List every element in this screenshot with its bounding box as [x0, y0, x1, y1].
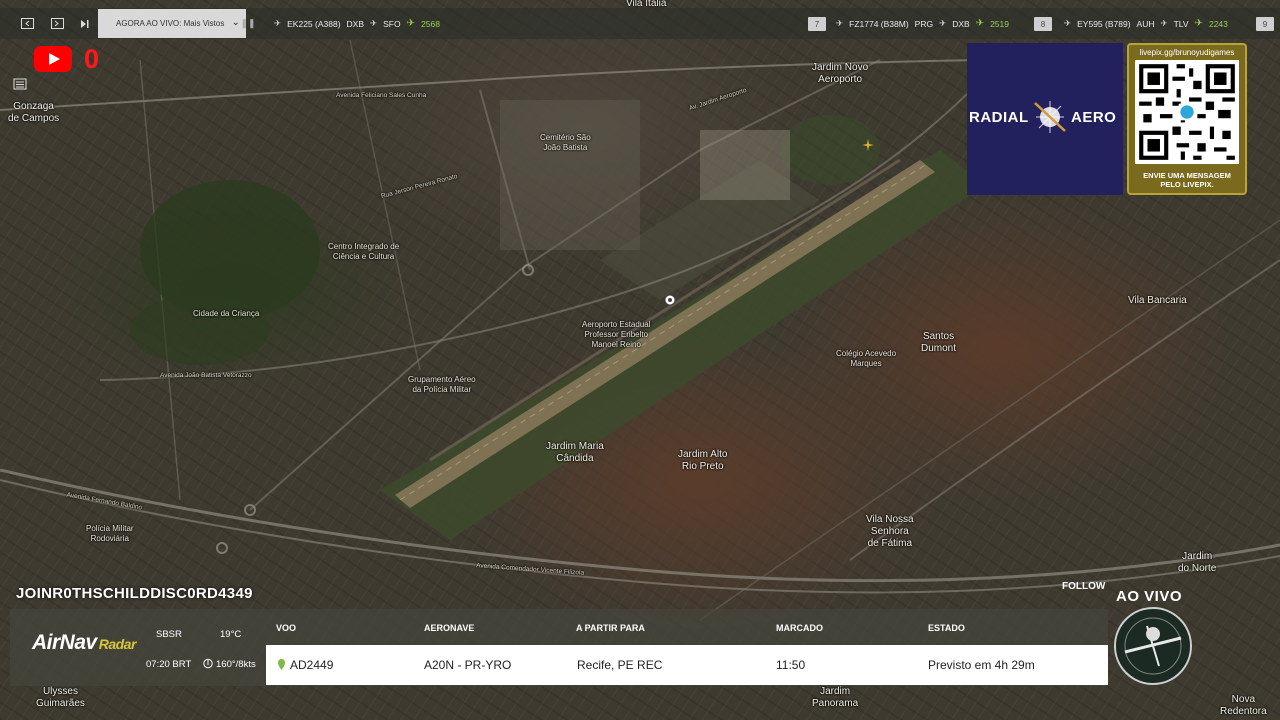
channel-name: JOINR0THSCHILDDISC0RD4349 — [16, 585, 253, 602]
map-label-policia-rodoviaria: Polícia Militar Rodoviária — [86, 524, 134, 543]
airport-pin-icon[interactable] — [663, 293, 677, 307]
ticker-rank-badge: 8 — [1034, 17, 1052, 31]
radial-aero-logo: RADIAL AERO — [967, 43, 1123, 195]
collapse-left-icon[interactable] — [12, 8, 42, 39]
map-label-centro-integrado: Centro Integrado de Ciência e Cultura — [328, 242, 400, 261]
wind: 160°/8kts — [216, 659, 256, 670]
flight-code: EK225 (A388) — [287, 18, 341, 29]
flight-alt: 2519 — [990, 18, 1009, 29]
ticker-flight-1[interactable]: ✈ EK225 (A388) DXB ✈ SFO ✈ 2568 — [274, 8, 440, 39]
header-partir: A PARTIR PARA — [576, 623, 645, 633]
altitude-icon: ✈ — [1194, 18, 1203, 29]
channel-badge-icon — [1114, 607, 1192, 685]
ticker-rank-badge: 7 — [808, 17, 826, 31]
map-label-jardim-alto: Jardim Alto Rio Preto — [678, 449, 728, 472]
flight-to: SFO — [383, 18, 401, 29]
cell-partir: Recife, PE REC — [577, 658, 663, 672]
map-label-jardim-maria: Jardim Maria Cândida — [546, 441, 604, 464]
airnav-text: AirNav — [32, 631, 97, 654]
map-label-av-joao-batista: Avenida João Batista Vetorazzo — [160, 372, 252, 379]
flight-info-panel: JOINR0THSCHILDDISC0RD4349 FOLLOW AirNav R… — [10, 579, 1108, 686]
header-aeronave: AERONAVE — [424, 623, 475, 633]
flight-board: AirNav Radar SBSR 19°C 07:20 BRT 160°/8kt… — [10, 609, 1108, 686]
table-row[interactable]: AD2449 A20N - PR-YRO Recife, PE REC 11:5… — [266, 645, 1108, 685]
cell-marcado: 11:50 — [776, 658, 806, 672]
qr-code[interactable] — [1135, 60, 1239, 164]
map-label-gonzaga: Gonzaga de Campos — [8, 101, 60, 124]
map-label-jardim-norte: Jardim do Norte — [1178, 551, 1217, 574]
plane-icon: ✈ — [274, 18, 282, 28]
airport-code: SBSR — [156, 629, 182, 640]
pause-icon[interactable]: ❚❚ — [236, 8, 260, 39]
map-label-nova-redentora: Nova Redentora — [1220, 694, 1267, 717]
map-label-ulysses: Ulysses Guimarães — [36, 686, 85, 709]
livepix-url: livepix.gg/brunoyudigames — [1139, 48, 1235, 57]
flight-alt: 2568 — [421, 18, 440, 29]
youtube-icon[interactable] — [34, 46, 72, 72]
flight-from: PRG — [914, 18, 934, 29]
top-bar: AGORA AO VIVO: Mais Vistos ⌄ ❚❚ ✈ EK225 … — [0, 8, 1280, 39]
route-arrow-icon: ✈ — [370, 18, 378, 28]
youtube-viewer-count: 0 — [84, 44, 100, 74]
flight-code: FZ1774 (B38M) — [849, 18, 909, 29]
flight-alt: 2243 — [1208, 18, 1228, 29]
plane-icon: ✈ — [836, 18, 844, 28]
ticker-rank-badge: 9 — [1256, 17, 1274, 31]
airnav-radar-logo: AirNav Radar — [32, 631, 136, 655]
local-time: 07:20 BRT — [146, 659, 192, 670]
live-now-select[interactable]: AGORA AO VIVO: Mais Vistos ⌄ — [98, 9, 246, 38]
map-label-grupamento: Grupamento Aéreo da Polícia Militar — [408, 375, 476, 394]
flight-from: AUH — [1136, 18, 1155, 29]
header-voo: VOO — [276, 623, 297, 633]
cell-estado: Previsto em 4h 29m — [928, 658, 1035, 672]
cell-aeronave: A20N - PR-YRO — [424, 658, 512, 672]
map-label-av-feliciano: Avenida Feliciano Sales Cunha — [336, 92, 427, 99]
flight-to: DXB — [952, 18, 970, 29]
route-arrow-icon: ✈ — [939, 18, 947, 28]
altitude-icon: ✈ — [975, 18, 985, 29]
layers-icon[interactable] — [13, 78, 30, 92]
map-label-jardim-panorama: Jardim Panorama — [812, 686, 859, 709]
ticker-flight-2[interactable]: ✈ FZ1774 (B38M) PRG ✈ DXB ✈ 2519 — [836, 8, 1009, 39]
livepix-message: ENVIE UMA MENSAGEM PELO LIVEPIX. — [1143, 171, 1231, 189]
flight-code: EY595 (B789) — [1077, 18, 1131, 29]
map-label-vila-nossa: Vila Nossa Senhora de Fátima — [866, 514, 914, 549]
flight-to: TLV — [1173, 18, 1189, 29]
ao-vivo-label: AO VIVO — [1116, 588, 1183, 605]
radial-emblem-icon — [1034, 101, 1066, 133]
ticker-flight-3[interactable]: ✈ EY595 (B789) AUH ✈ TLV ✈ 2243 — [1064, 8, 1228, 39]
radar-text: Radar — [98, 636, 137, 652]
map-label-cidade-crianca: Cidade da Criança — [193, 309, 260, 318]
temperature: 19°C — [220, 629, 242, 640]
follow-label[interactable]: FOLLOW — [1062, 581, 1105, 592]
header-estado: ESTADO — [928, 623, 965, 633]
map-label-jardim-novo: Jardim Novo Aeroporto — [812, 62, 869, 85]
aircraft-marker-icon[interactable] — [862, 139, 874, 151]
map-label-aeroporto: Aeroporto Estadual Professor Eribelto Ma… — [582, 320, 651, 349]
map-label-colegio: Colégio Acevedo Marques — [836, 349, 897, 368]
map-label-santos-dumont: Santos Dumont — [921, 331, 957, 354]
map-label-cemiterio: Cemitério São João Batista — [540, 133, 591, 152]
wind-icon — [203, 658, 213, 672]
skip-next-icon[interactable] — [70, 8, 100, 39]
flight-status-icon — [278, 659, 285, 670]
altitude-icon: ✈ — [406, 18, 416, 29]
route-arrow-icon: ✈ — [1160, 18, 1168, 28]
cell-voo: AD2449 — [290, 658, 334, 672]
header-marcado: MARCADO — [776, 623, 823, 633]
aero-text: AERO — [1071, 109, 1117, 126]
live-now-label: AGORA AO VIVO: Mais Vistos — [116, 19, 225, 28]
radial-text: RADIAL — [969, 109, 1029, 126]
plane-icon: ✈ — [1064, 18, 1072, 28]
map-label-vila-bancaria: Vila Bancaria — [1128, 295, 1187, 306]
expand-icon[interactable] — [42, 8, 72, 39]
livepix-qr-card[interactable]: livepix.gg/brunoyudigames ENVIE UMA MENS… — [1127, 43, 1247, 195]
flight-from: DXB — [346, 18, 365, 29]
